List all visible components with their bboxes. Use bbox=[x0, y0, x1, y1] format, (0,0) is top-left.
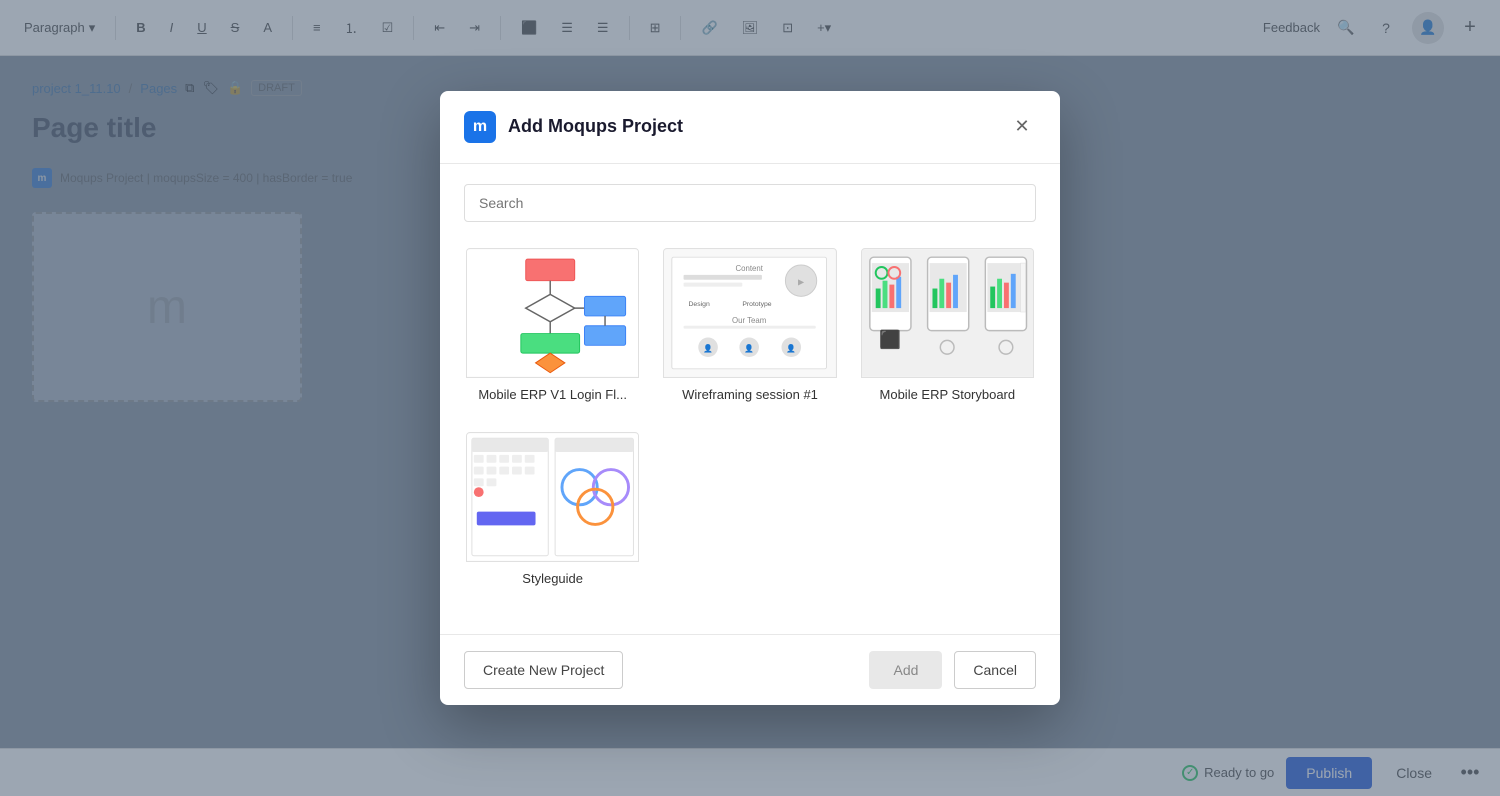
svg-text:👤: 👤 bbox=[745, 343, 755, 353]
project-card-flowchart[interactable]: Mobile ERP V1 Login Fl... bbox=[464, 246, 641, 410]
projects-grid: Mobile ERP V1 Login Fl... Content bbox=[464, 246, 1036, 594]
svg-text:⬛: ⬛ bbox=[879, 329, 901, 349]
add-button[interactable]: Add bbox=[869, 651, 942, 689]
modal-body: Mobile ERP V1 Login Fl... Content bbox=[440, 164, 1060, 634]
svg-text:▶: ▶ bbox=[798, 277, 805, 286]
project-thumbnail-storyboard: ⬛ bbox=[861, 248, 1034, 378]
project-card-styleguide[interactable]: Styleguide bbox=[464, 430, 641, 594]
svg-text:👤: 👤 bbox=[704, 343, 714, 353]
modal-overlay: m Add Moqups Project ✕ bbox=[0, 0, 1500, 796]
project-thumbnail-flowchart bbox=[466, 248, 639, 378]
svg-text:Content: Content bbox=[736, 264, 764, 273]
styleguide-svg bbox=[467, 433, 638, 561]
storyboard-svg: ⬛ bbox=[862, 249, 1033, 377]
project-name-4: Styleguide bbox=[466, 562, 639, 592]
cancel-button[interactable]: Cancel bbox=[954, 651, 1036, 689]
modal-title: Add Moqups Project bbox=[508, 116, 996, 137]
modal-logo: m bbox=[464, 111, 496, 143]
modal-header: m Add Moqups Project ✕ bbox=[440, 91, 1060, 164]
svg-text:👤: 👤 bbox=[787, 343, 797, 353]
modal-close-button[interactable]: ✕ bbox=[1008, 113, 1036, 141]
wireframe-svg: Content ▶ Design Prototype Our Team bbox=[664, 249, 835, 377]
add-moqups-modal: m Add Moqups Project ✕ bbox=[440, 91, 1060, 705]
svg-text:Design: Design bbox=[689, 301, 710, 308]
project-search-input[interactable] bbox=[464, 184, 1036, 222]
footer-actions: Add Cancel bbox=[869, 651, 1036, 689]
svg-text:Prototype: Prototype bbox=[743, 301, 772, 308]
project-name-3: Mobile ERP Storyboard bbox=[861, 378, 1034, 408]
project-name-2: Wireframing session #1 bbox=[663, 378, 836, 408]
project-card-storyboard[interactable]: ⬛ Mobile ERP Storyboard bbox=[859, 246, 1036, 410]
project-name-1: Mobile ERP V1 Login Fl... bbox=[466, 378, 639, 408]
svg-text:Our Team: Our Team bbox=[732, 316, 766, 325]
project-thumbnail-wireframe: Content ▶ Design Prototype Our Team bbox=[663, 248, 836, 378]
project-thumbnail-styleguide bbox=[466, 432, 639, 562]
modal-footer: Create New Project Add Cancel bbox=[440, 634, 1060, 705]
project-card-wireframe[interactable]: Content ▶ Design Prototype Our Team bbox=[661, 246, 838, 410]
create-new-project-button[interactable]: Create New Project bbox=[464, 651, 623, 689]
flowchart-svg bbox=[467, 249, 638, 377]
